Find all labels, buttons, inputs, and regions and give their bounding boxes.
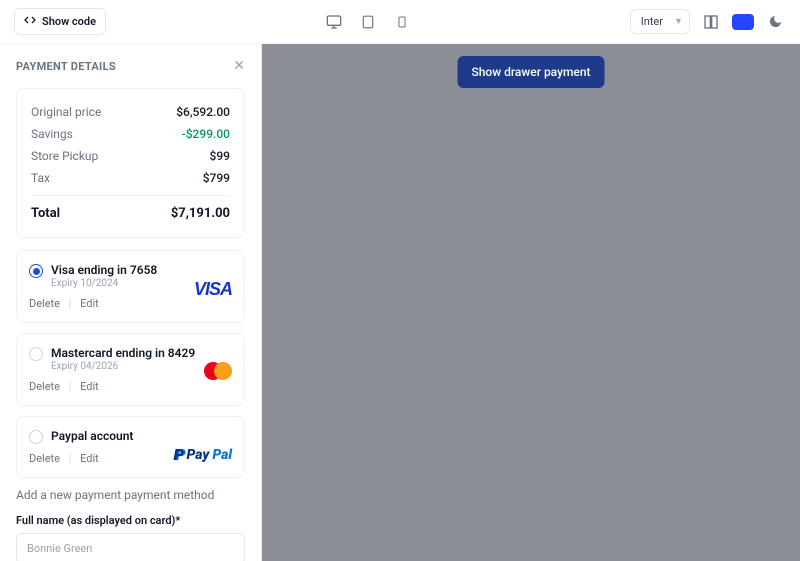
close-icon[interactable]: ✕ [233, 58, 245, 74]
tablet-icon[interactable] [357, 11, 379, 33]
payment-method-title: Mastercard ending in 8429 [51, 346, 195, 360]
summary-row: Savings -$299.00 [31, 123, 230, 145]
payment-method-title: Paypal account [51, 429, 133, 443]
summary-total-label: Total [31, 206, 60, 221]
summary-total-value: $7,191.00 [171, 206, 230, 221]
topbar: Show code Inter ▾ [0, 0, 800, 44]
summary-total-row: Total $7,191.00 [31, 195, 230, 225]
payment-method-sub: Expiry 04/2026 [51, 361, 195, 372]
summary-value: $6,592.00 [176, 105, 230, 119]
summary-row: Original price $6,592.00 [31, 101, 230, 123]
delete-button[interactable]: Delete [29, 452, 60, 465]
drawer-header: PAYMENT DETAILS ✕ [16, 58, 245, 74]
delete-button[interactable]: Delete [29, 297, 60, 310]
edit-button[interactable]: Edit [80, 297, 99, 310]
summary-label: Store Pickup [31, 149, 98, 163]
summary-row: Tax $799 [31, 167, 230, 189]
add-method-title: Add a new payment payment method [16, 488, 245, 502]
fullname-input[interactable] [16, 533, 245, 561]
payment-method-title: Visa ending in 7658 [51, 263, 157, 277]
payment-radio[interactable] [29, 264, 43, 278]
visa-logo: VISA [194, 279, 232, 300]
font-select[interactable]: Inter ▾ [630, 9, 690, 34]
rtl-toggle-icon[interactable] [700, 11, 722, 33]
payment-radio[interactable] [29, 347, 43, 361]
mobile-icon[interactable] [391, 11, 413, 33]
edit-button[interactable]: Edit [80, 452, 99, 465]
fullname-label: Full name (as displayed on card)* [16, 514, 245, 527]
payment-radio[interactable] [29, 430, 43, 444]
chevron-down-icon: ▾ [676, 16, 681, 27]
payment-method-card: Visa ending in 7658 Expiry 10/2024 VISA … [16, 250, 245, 323]
summary-label: Tax [31, 171, 50, 185]
preview-stage: Show drawer payment [262, 44, 800, 561]
device-switcher [323, 11, 413, 33]
summary-label: Original price [31, 105, 101, 119]
payment-drawer: PAYMENT DETAILS ✕ Original price $6,592.… [0, 44, 262, 561]
summary-label: Savings [31, 127, 73, 141]
payment-method-card: Paypal account PPayPal Delete | Edit [16, 416, 245, 478]
payment-method-sub: Expiry 10/2024 [51, 278, 157, 289]
summary-value: -$299.00 [182, 127, 230, 141]
summary-value: $799 [203, 171, 230, 185]
show-code-label: Show code [42, 15, 96, 28]
edit-button[interactable]: Edit [80, 380, 99, 393]
color-theme-pill[interactable] [732, 14, 754, 30]
dark-mode-toggle[interactable] [764, 11, 786, 33]
show-drawer-button[interactable]: Show drawer payment [457, 56, 604, 88]
show-code-button[interactable]: Show code [14, 8, 106, 35]
paypal-logo: PPayPal [173, 445, 232, 464]
font-select-value: Inter [641, 15, 663, 28]
order-summary: Original price $6,592.00 Savings -$299.0… [16, 88, 245, 238]
summary-row: Store Pickup $99 [31, 145, 230, 167]
summary-value: $99 [210, 149, 230, 163]
delete-button[interactable]: Delete [29, 380, 60, 393]
code-icon [24, 14, 36, 29]
drawer-title: PAYMENT DETAILS [16, 60, 116, 73]
canvas: PAYMENT DETAILS ✕ Original price $6,592.… [0, 44, 800, 561]
mastercard-logo [204, 362, 232, 380]
payment-method-card: Mastercard ending in 8429 Expiry 04/2026… [16, 333, 245, 406]
desktop-icon[interactable] [323, 11, 345, 33]
topbar-right: Inter ▾ [630, 9, 786, 34]
